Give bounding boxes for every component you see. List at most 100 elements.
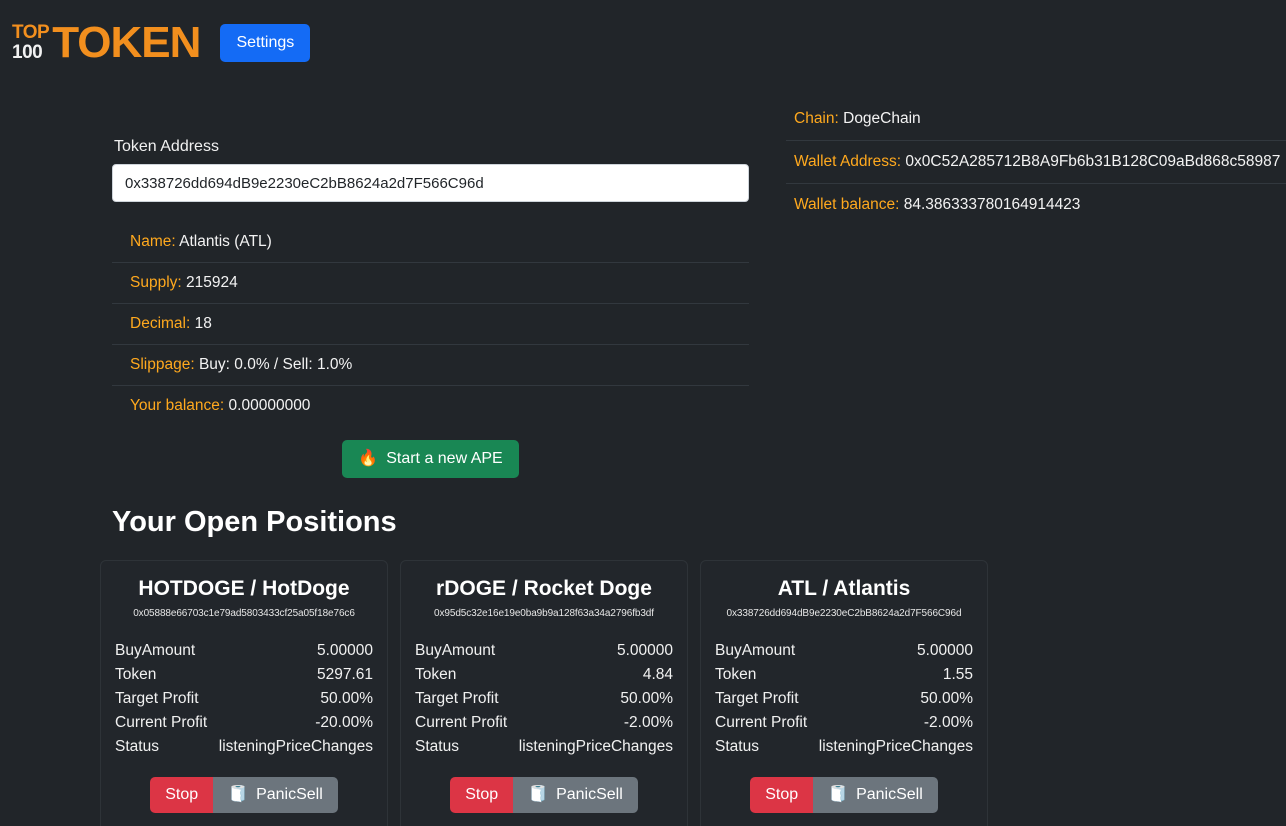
app-header: TOP 100 TOKEN Settings (0, 0, 1286, 72)
position-card: ATL / Atlantis 0x338726dd694dB9e2230eC2bB… (700, 560, 988, 826)
token-info-value: 18 (190, 315, 212, 332)
token-info-value: 0.00000000 (224, 397, 311, 414)
wallet-info-value: 84.386333780164914423 (899, 196, 1081, 213)
page-title: Your Open Positions (112, 506, 397, 538)
stat-buy-amount-value: 5.00000 (916, 642, 973, 659)
stat-current-profit: Current Profit -2.00% (715, 711, 973, 735)
wallet-info-key: Chain: (794, 110, 839, 127)
start-new-ape-button[interactable]: 🔥 Start a new APE (342, 440, 519, 478)
token-info-row: Supply: 215924 (112, 262, 749, 303)
stat-buy-amount: BuyAmount 5.00000 (115, 639, 373, 663)
wallet-column: Chain: DogeChain Wallet Address: 0x0C52A2… (786, 72, 1286, 478)
wallet-info-row: Wallet balance: 84.386333780164914423 (786, 183, 1286, 226)
stop-button[interactable]: Stop (750, 777, 814, 813)
stat-current-profit: Current Profit -20.00% (115, 711, 373, 735)
stat-buy-amount-value: 5.00000 (316, 642, 373, 659)
token-info-key: Name: (130, 233, 176, 250)
stat-buy-amount-value: 5.00000 (616, 642, 673, 659)
stat-current-profit: Current Profit -2.00% (415, 711, 673, 735)
position-card-address: 0x05888e66703c1e79ad5803433cf25a05f18e76… (133, 608, 355, 619)
stat-current-profit-label: Current Profit (415, 714, 508, 731)
stat-token-amount-label: Token (115, 666, 157, 683)
wallet-info-key: Wallet balance: (794, 196, 900, 213)
token-info-key: Decimal: (130, 315, 191, 332)
stat-token-amount-value: 1.55 (942, 666, 973, 683)
stat-current-profit-value: -2.00% (923, 714, 973, 731)
stat-target-profit-value: 50.00% (920, 690, 973, 707)
stat-status: Status listeningPriceChanges (115, 735, 373, 759)
panic-sell-button[interactable]: 🧻 PanicSell (513, 777, 638, 813)
stat-target-profit: Target Profit 50.00% (415, 687, 673, 711)
stat-target-profit-label: Target Profit (115, 690, 199, 707)
toilet-paper-icon: 🧻 (828, 786, 849, 803)
action-button-group: Stop 🧻 PanicSell (450, 777, 638, 813)
wallet-info-row: Chain: DogeChain (786, 98, 1286, 140)
logo-top-text: TOP (12, 22, 50, 43)
panic-sell-button[interactable]: 🧻 PanicSell (813, 777, 938, 813)
stat-buy-amount: BuyAmount 5.00000 (715, 639, 973, 663)
stat-current-profit-label: Current Profit (715, 714, 808, 731)
token-info-value: 215924 (181, 274, 238, 291)
stat-target-profit-label: Target Profit (715, 690, 799, 707)
token-info-value: Atlantis (ATL) (175, 233, 272, 250)
wallet-info-list: Chain: DogeChain Wallet Address: 0x0C52A2… (786, 98, 1286, 226)
stat-buy-amount-label: BuyAmount (115, 642, 196, 659)
panic-sell-button[interactable]: 🧻 PanicSell (213, 777, 338, 813)
stat-buy-amount-label: BuyAmount (715, 642, 796, 659)
stat-token-amount: Token 5297.61 (115, 663, 373, 687)
stop-button[interactable]: Stop (150, 777, 214, 813)
stat-status: Status listeningPriceChanges (715, 735, 973, 759)
app-logo: TOP 100 TOKEN (12, 18, 201, 67)
position-card-address: 0x95d5c32e16e19e0ba9b9a128f63a34a2796fb3… (434, 608, 654, 619)
logo-stack: TOP 100 (12, 22, 50, 63)
position-card-actions: Stop 🧻 PanicSell (115, 777, 373, 813)
token-info-key: Supply: (130, 274, 182, 291)
wallet-info-key: Wallet Address: (794, 153, 902, 170)
start-new-ape-label: Start a new APE (386, 450, 503, 467)
logo-token-text: TOKEN (52, 18, 201, 67)
toilet-paper-icon: 🧻 (228, 786, 249, 803)
stat-target-profit: Target Profit 50.00% (115, 687, 373, 711)
wallet-info-value: 0x0C52A285712B8A9Fb6b31B128C09aBd868c589… (901, 153, 1281, 170)
stat-target-profit-value: 50.00% (620, 690, 673, 707)
token-info-list: Name: Atlantis (ATL) Supply: 215924 Decima… (112, 220, 749, 426)
stat-target-profit-label: Target Profit (415, 690, 499, 707)
settings-button[interactable]: Settings (220, 24, 311, 62)
position-card-address: 0x338726dd694dB9e2230eC2bB8624a2d7F566C9… (726, 608, 962, 619)
position-card-actions: Stop 🧻 PanicSell (415, 777, 673, 813)
action-button-group: Stop 🧻 PanicSell (750, 777, 938, 813)
stop-button[interactable]: Stop (450, 777, 514, 813)
stat-token-amount-value: 4.84 (642, 666, 673, 683)
fire-icon: 🔥 (358, 450, 379, 467)
token-info-row: Slippage: Buy: 0.0% / Sell: 1.0% (112, 344, 749, 385)
stat-token-amount: Token 4.84 (415, 663, 673, 687)
position-card: rDOGE / Rocket Doge 0x95d5c32e16e19e0ba9b… (400, 560, 688, 826)
stat-status-label: Status (715, 738, 759, 755)
position-card-title: ATL / Atlantis (777, 577, 911, 600)
token-info-row: Decimal: 18 (112, 303, 749, 344)
token-info-key: Slippage: (130, 356, 195, 373)
stat-buy-amount: BuyAmount 5.00000 (415, 639, 673, 663)
token-info-row: Your balance: 0.00000000 (112, 385, 749, 426)
stat-target-profit-value: 50.00% (320, 690, 373, 707)
stat-status-label: Status (415, 738, 459, 755)
stat-status-label: Status (115, 738, 159, 755)
token-info-value: Buy: 0.0% / Sell: 1.0% (194, 356, 353, 373)
toilet-paper-icon: 🧻 (528, 786, 549, 803)
positions-card-list: HOTDOGE / HotDoge 0x05888e66703c1e79ad580… (100, 560, 1286, 826)
position-card: HOTDOGE / HotDoge 0x05888e66703c1e79ad580… (100, 560, 388, 826)
stat-status-value: listeningPriceChanges (818, 738, 973, 755)
token-address-input[interactable] (112, 164, 749, 202)
stat-current-profit-value: -2.00% (623, 714, 673, 731)
panic-sell-label: PanicSell (256, 786, 323, 803)
position-card-title: rDOGE / Rocket Doge (436, 577, 652, 600)
panic-sell-label: PanicSell (556, 786, 623, 803)
wallet-info-row: Wallet Address: 0x0C52A285712B8A9Fb6b31B… (786, 140, 1286, 183)
stat-token-amount-label: Token (715, 666, 757, 683)
action-button-group: Stop 🧻 PanicSell (150, 777, 338, 813)
stat-token-amount-label: Token (415, 666, 457, 683)
stat-status: Status listeningPriceChanges (415, 735, 673, 759)
stat-token-amount-value: 5297.61 (316, 666, 373, 683)
ape-button-wrap: 🔥 Start a new APE (112, 440, 749, 478)
position-card-title: HOTDOGE / HotDoge (138, 577, 350, 600)
